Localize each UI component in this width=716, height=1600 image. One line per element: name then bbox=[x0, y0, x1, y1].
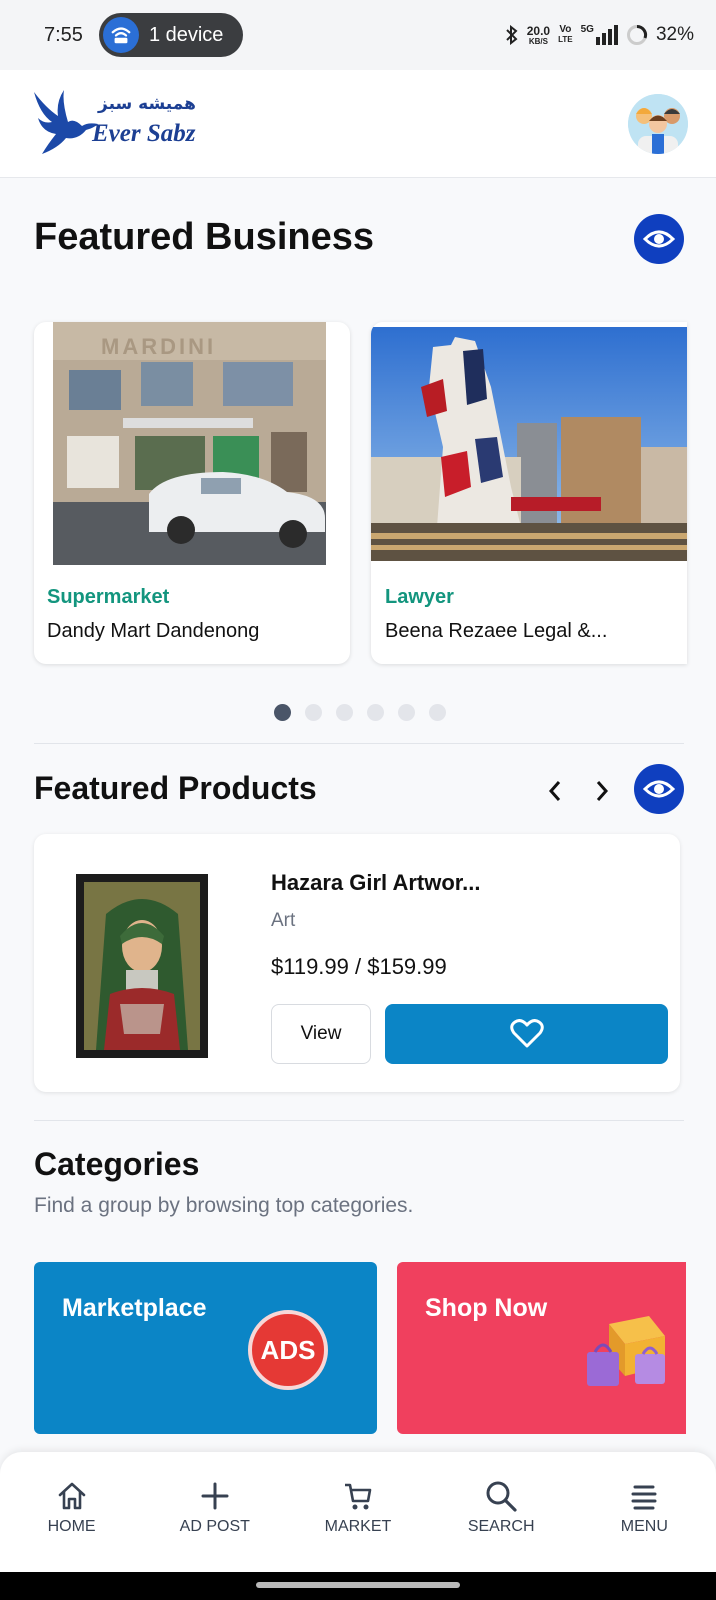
product-category: Art bbox=[271, 910, 296, 931]
nav-label: MENU bbox=[620, 1518, 668, 1535]
business-image bbox=[371, 327, 687, 561]
featured-products-title: Featured Products bbox=[34, 770, 317, 806]
battery-percent: 32% bbox=[655, 24, 694, 45]
nav-search[interactable]: SEARCH bbox=[430, 1452, 573, 1572]
business-image: MARDINI bbox=[53, 322, 326, 565]
business-card[interactable]: Lawyer Beena Rezaee Legal &... bbox=[371, 322, 687, 664]
section-divider bbox=[34, 743, 684, 744]
dove-icon bbox=[34, 90, 98, 154]
business-name: Beena Rezaee Legal &... bbox=[385, 620, 608, 642]
storefront-sign: MARDINI bbox=[101, 334, 216, 359]
status-icons: 20.0 KB/S Vo LTE 5G 32% bbox=[505, 24, 694, 46]
hotspot-label: 1 device bbox=[148, 23, 224, 46]
category-card-marketplace[interactable]: Marketplace ADS bbox=[34, 1262, 377, 1434]
ads-badge: ADS bbox=[248, 1310, 328, 1390]
app-header: همیشه سبز Ever Sabz bbox=[0, 70, 716, 178]
status-time: 7:55 bbox=[44, 23, 83, 46]
carousel-pagination bbox=[274, 704, 446, 721]
pagination-dot[interactable] bbox=[305, 704, 322, 721]
network-speed: 20.0 KB/S bbox=[526, 23, 551, 46]
logo[interactable]: همیشه سبز Ever Sabz bbox=[28, 88, 198, 158]
status-bar: 7:55 1 device 20.0 KB/S Vo LTE 5G 32% bbox=[0, 0, 716, 70]
category-card-shop-now[interactable]: Shop Now bbox=[397, 1262, 686, 1434]
pagination-dot[interactable] bbox=[367, 704, 384, 721]
business-category: Lawyer bbox=[385, 586, 454, 608]
business-name: Dandy Mart Dandenong bbox=[47, 620, 260, 642]
plus-icon bbox=[201, 1482, 229, 1510]
cart-icon bbox=[344, 1483, 372, 1510]
favorite-button[interactable] bbox=[385, 1004, 668, 1064]
view-all-products-button[interactable] bbox=[634, 764, 684, 814]
eye-icon bbox=[643, 230, 675, 248]
menu-icon bbox=[631, 1485, 657, 1510]
view-all-business-button[interactable] bbox=[634, 214, 684, 264]
bottom-navigation: HOME AD POST MARKET SEARCH MENU bbox=[0, 1452, 716, 1572]
section-divider bbox=[34, 1120, 684, 1121]
nav-ad-post[interactable]: AD POST bbox=[143, 1452, 286, 1572]
pagination-dot[interactable] bbox=[398, 704, 415, 721]
logo-text-urdu: همیشه سبز bbox=[98, 94, 196, 114]
battery-icon bbox=[626, 24, 647, 45]
previous-button[interactable] bbox=[541, 776, 569, 806]
category-label: Marketplace bbox=[62, 1294, 207, 1322]
pagination-dot[interactable] bbox=[274, 704, 291, 721]
chevron-left-icon bbox=[548, 781, 561, 801]
nav-label: MARKET bbox=[324, 1518, 392, 1535]
heart-icon bbox=[509, 1019, 544, 1048]
bluetooth-icon bbox=[506, 25, 518, 45]
categories-subtitle: Find a group by browsing top categories. bbox=[34, 1194, 414, 1217]
search-icon bbox=[486, 1481, 517, 1512]
featured-business-title: Featured Business bbox=[34, 216, 374, 258]
gesture-bar bbox=[0, 1572, 716, 1600]
business-category: Supermarket bbox=[47, 586, 170, 608]
product-price: $119.99 / $159.99 bbox=[271, 954, 447, 979]
chevron-right-icon bbox=[596, 781, 609, 801]
product-title[interactable]: Hazara Girl Artwor... bbox=[271, 870, 480, 896]
nav-label: SEARCH bbox=[467, 1518, 535, 1535]
nav-label: HOME bbox=[47, 1518, 96, 1535]
nav-label: AD POST bbox=[179, 1518, 250, 1535]
pagination-dot[interactable] bbox=[336, 704, 353, 721]
volte-indicator: Vo LTE bbox=[558, 24, 573, 45]
view-product-button[interactable]: View bbox=[271, 1004, 371, 1064]
hotspot-icon bbox=[102, 17, 139, 53]
avatar[interactable] bbox=[628, 94, 688, 154]
signal-icon: 5G bbox=[581, 25, 618, 45]
categories-title: Categories bbox=[34, 1146, 200, 1182]
logo-text-english: Ever Sabz bbox=[92, 120, 196, 147]
category-label: Shop Now bbox=[425, 1294, 548, 1322]
eye-icon bbox=[643, 780, 675, 798]
product-card[interactable]: Hazara Girl Artwor... Art $119.99 / $159… bbox=[34, 834, 680, 1092]
nav-market[interactable]: MARKET bbox=[286, 1452, 429, 1572]
product-image bbox=[76, 874, 208, 1058]
pagination-dot[interactable] bbox=[429, 704, 446, 721]
shopping-bags-icon bbox=[587, 1316, 665, 1386]
home-gesture-handle[interactable] bbox=[256, 1582, 460, 1588]
home-icon bbox=[58, 1482, 85, 1510]
hotspot-indicator[interactable]: 1 device bbox=[98, 13, 244, 57]
next-button[interactable] bbox=[588, 776, 616, 806]
nav-home[interactable]: HOME bbox=[0, 1452, 143, 1572]
nav-menu[interactable]: MENU bbox=[573, 1452, 716, 1572]
business-card[interactable]: MARDINI Supermarket Dandy Mart Dandenong bbox=[34, 322, 350, 664]
